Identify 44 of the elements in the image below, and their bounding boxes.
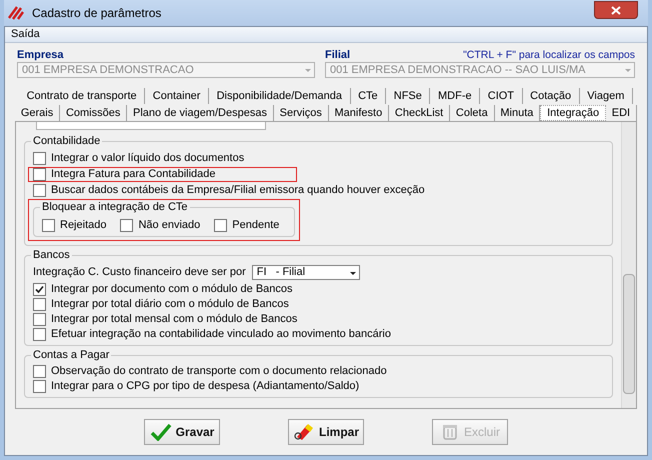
hint-text: "CTRL + F" para localizar os campos — [463, 49, 635, 62]
checkbox-label: Integrar por documento com o módulo de Bancos — [51, 283, 293, 296]
scrollbar-thumb[interactable] — [623, 274, 635, 394]
field-label: Integração C. Custo financeiro deve ser por — [33, 266, 246, 279]
checkbox-label: Integrar o valor líquido dos documentos — [51, 152, 244, 165]
window-title: Cadastro de parâmetros — [32, 6, 162, 20]
checkbox-label: Rejeitado — [60, 219, 106, 232]
checkbox[interactable] — [33, 152, 46, 165]
tab[interactable]: Integração — [540, 105, 606, 121]
checkbox[interactable] — [33, 313, 46, 326]
group-title: Bloquear a integração de CTe — [40, 201, 190, 214]
cost-center-select[interactable]: FI - Filial — [252, 265, 360, 280]
checkbox-label: Integrar por total diário com o módulo de Bancos — [51, 298, 289, 311]
checkbox-label: Buscar dados contábeis da Empresa/Filial emissora quando houver exceção — [51, 184, 425, 197]
checkbox[interactable] — [214, 219, 228, 232]
menu-item[interactable]: Saída — [11, 28, 40, 41]
checkbox[interactable] — [120, 219, 134, 232]
checkbox[interactable] — [33, 168, 46, 181]
check-icon — [150, 423, 172, 441]
checkbox-label: Observação do contrato de transporte com o documento relacionado — [51, 365, 387, 378]
checkbox[interactable] — [33, 328, 46, 341]
field-label: Filial — [325, 49, 350, 62]
close-icon — [611, 6, 621, 14]
checkbox[interactable] — [33, 380, 46, 393]
checkbox-label: Não enviado — [138, 219, 200, 232]
app-logo-icon — [8, 6, 24, 20]
checkbox-label: Pendente — [232, 219, 280, 232]
checkbox[interactable] — [42, 219, 55, 232]
eraser-icon — [292, 423, 315, 441]
checkbox[interactable] — [33, 365, 46, 378]
checkbox-label: Integrar por total mensal com o módulo de Bancos — [51, 313, 298, 326]
text-field[interactable] — [36, 122, 266, 130]
checkbox[interactable] — [33, 184, 46, 197]
field-label: Empresa — [17, 49, 64, 62]
checkbox[interactable] — [33, 298, 46, 311]
group-title: Contas a Pagar — [31, 349, 112, 362]
scrollbar[interactable] — [621, 122, 636, 408]
checkbox-label: Integra Fatura para Contabilidade — [51, 168, 216, 181]
close-button[interactable] — [594, 1, 638, 19]
clear-button[interactable]: Limpar — [288, 419, 364, 445]
checkbox[interactable] — [33, 283, 46, 296]
save-button[interactable]: Gravar — [144, 419, 220, 445]
checkbox-label: Integrar para o CPG por tipo de despesa (Adiantamento/Saldo) — [51, 380, 360, 393]
checkbox-label: Efetuar integração na contabilidade vinculado ao movimento bancário — [51, 328, 391, 341]
